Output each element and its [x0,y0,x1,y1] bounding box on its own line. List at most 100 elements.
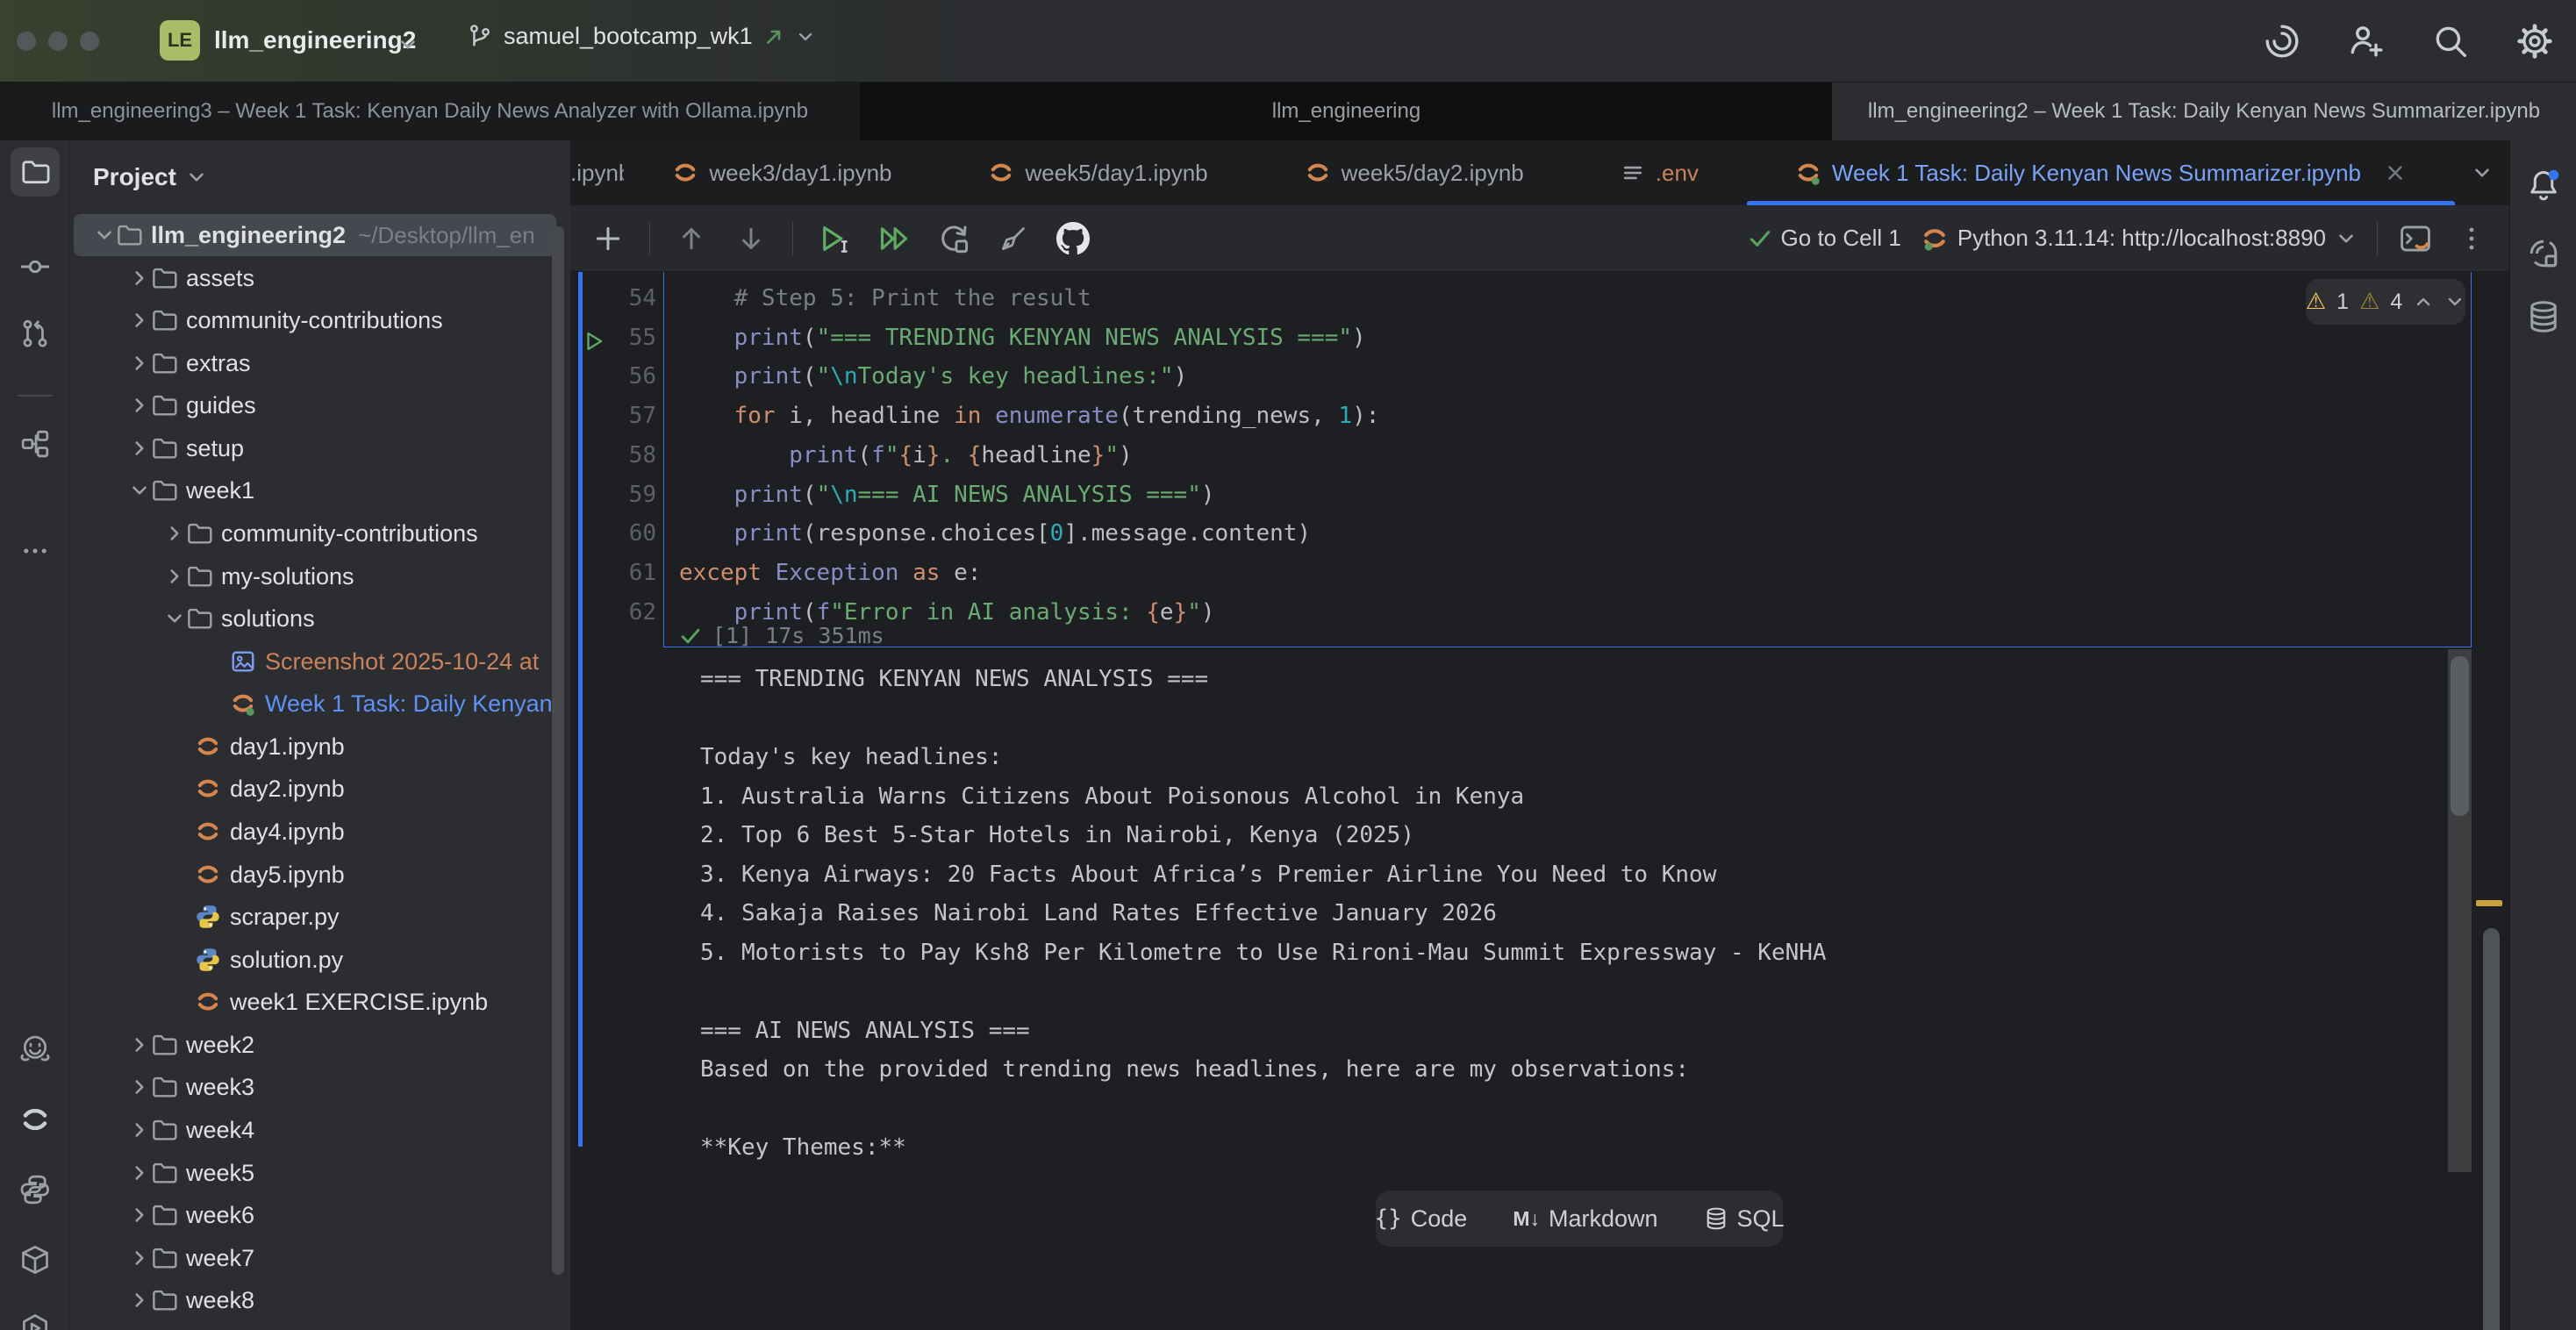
tree-item-week2[interactable]: week2 [74,1024,556,1066]
output-line: 3. Kenya Airways: 20 Facts About Africa’… [700,855,1827,895]
window-zoom-button[interactable] [80,32,99,51]
window-tab[interactable]: llm_engineering [861,82,1832,140]
tree-item-scraper-py[interactable]: scraper.py [74,896,556,938]
tree-item-solutions[interactable]: solutions [74,597,556,640]
prev-problem-icon[interactable] [2413,291,2434,312]
error-stripe-warning-mark[interactable] [2476,900,2502,906]
output-scrollbar-thumb[interactable] [2451,656,2469,816]
chevron-down-icon[interactable] [397,33,419,56]
structure-tool-icon[interactable] [11,419,60,468]
window-minimize-button[interactable] [48,32,68,51]
tree-item-label: llm_engineering2 [151,222,346,249]
tree-item-week-1-task-daily-kenyan[interactable]: Week 1 Task: Daily Kenyan [74,683,556,725]
commit-tool-icon[interactable] [11,242,60,291]
jupyter-console-icon[interactable] [2397,220,2434,257]
tree-item-week5[interactable]: week5 [74,1152,556,1194]
window-tab[interactable]: llm_engineering2 – Week 1 Task: Daily Ke… [1832,82,2576,140]
code-line[interactable]: 57 for i, headline in enumerate(trending… [570,397,2465,436]
tree-item-week1[interactable]: week1 [74,469,556,511]
markdown-icon: M↓ [1513,1207,1540,1231]
code-line[interactable]: 56 print("\nToday's key headlines:") [570,357,2465,397]
tree-item-day1-ipynb[interactable]: day1.ipynb [74,726,556,768]
goto-cell-label: Go to Cell 1 [1781,225,1901,252]
tree-item-community-contributions[interactable]: community-contributions [74,512,556,554]
editor-scrollbar-thumb[interactable] [2483,928,2500,1330]
window-close-button[interactable] [17,32,36,51]
run-all-cells-icon[interactable] [876,220,912,257]
inspection-widget[interactable]: ⚠ 1 ⚠ 4 [2306,279,2465,325]
editor-tab[interactable]: Week 1 Task: Daily Kenyan News Summarize… [1747,140,2455,205]
tree-item-week7[interactable]: week7 [74,1237,556,1279]
tree-item-guides[interactable]: guides [74,384,556,426]
move-cell-up-icon[interactable] [673,220,710,257]
ai-chat-icon[interactable] [2523,233,2564,274]
code-line[interactable]: 60 print(response.choices[0].message.con… [570,514,2465,554]
database-tool-icon[interactable] [2523,297,2564,337]
goto-cell-button[interactable]: Go to Cell 1 [1748,225,1901,252]
huggingface-tool-icon[interactable] [11,1025,60,1074]
gear-icon[interactable] [2515,21,2555,61]
jupyter-tool-icon[interactable] [11,1095,60,1144]
editor-tab[interactable]: .ipynb [570,140,624,205]
run-cell-icon[interactable] [816,220,853,257]
services-tool-icon[interactable] [11,1304,60,1330]
add-markdown-cell-button[interactable]: M↓ Markdown [1490,1191,1680,1247]
tree-item-week8[interactable]: week8 [74,1279,556,1321]
add-code-cell-button[interactable]: {} Code [1351,1191,1490,1247]
tree-item-setup[interactable]: setup [74,427,556,469]
project-tree-scrollbar[interactable] [552,226,564,1275]
chevron-down-icon[interactable] [795,26,816,47]
code-line[interactable]: 55 print("=== TRENDING KENYAN NEWS ANALY… [570,318,2465,358]
github-icon[interactable] [1055,220,1091,257]
project-name[interactable]: llm_engineering2 [214,26,416,54]
notifications-bell-icon[interactable] [2523,165,2564,205]
tree-item-day2-ipynb[interactable]: day2.ipynb [74,768,556,810]
project-tool-icon[interactable] [11,147,60,197]
window-tab[interactable]: llm_engineering3 – Week 1 Task: Kenyan D… [0,82,861,140]
ai-assistant-icon[interactable] [2262,21,2302,61]
branch-widget[interactable]: samuel_bootcamp_wk1 [467,23,816,50]
search-icon[interactable] [2430,21,2471,61]
tree-item-week1-exercise-ipynb[interactable]: week1 EXERCISE.ipynb [74,981,556,1023]
move-cell-down-icon[interactable] [733,220,769,257]
python-packages-tool-icon[interactable] [11,1165,60,1214]
clear-outputs-icon[interactable] [995,220,1032,257]
code-line[interactable]: 61except Exception as e: [570,554,2465,593]
project-panel-header[interactable]: Project [93,163,208,191]
editor-tab[interactable]: week5/day1.ipynb [940,140,1256,205]
code-line[interactable]: 59 print("\n=== AI NEWS ANALYSIS ===") [570,476,2465,515]
add-cell-icon[interactable] [590,220,626,257]
close-icon[interactable] [2384,161,2407,184]
more-options-icon[interactable] [2453,220,2490,257]
tree-item-week6[interactable]: week6 [74,1194,556,1236]
editor-tab[interactable]: .env [1572,140,1747,205]
packages-tool-icon[interactable] [11,1235,60,1284]
chevron-down-icon [185,166,208,189]
tree-item-solution-py[interactable]: solution.py [74,939,556,981]
tree-item-week4[interactable]: week4 [74,1109,556,1151]
add-sql-cell-button[interactable]: SQL [1681,1191,1807,1247]
tree-item-day5-ipynb[interactable]: day5.ipynb [74,854,556,896]
more-tools-icon[interactable] [11,526,60,576]
interpreter-selector[interactable]: Python 3.11.14: http://localhost:8890 [1921,225,2358,253]
editor-tab[interactable]: week3/day1.ipynb [624,140,940,205]
pull-requests-tool-icon[interactable] [11,309,60,358]
tree-item-llm-engineering2[interactable]: llm_engineering2~/Desktop/llm_en [74,214,556,256]
tree-item-assets[interactable]: assets [74,257,556,299]
tree-item-env[interactable]: .env [74,1322,556,1330]
tree-item-day4-ipynb[interactable]: day4.ipynb [74,811,556,853]
restart-kernel-icon[interactable] [935,220,972,257]
add-user-icon[interactable] [2346,21,2386,61]
next-problem-icon[interactable] [2444,291,2465,312]
editor-tab[interactable]: week5/day2.ipynb [1256,140,1572,205]
tree-item-screenshot-2025-10-24-at[interactable]: Screenshot 2025-10-24 at [74,640,556,683]
tree-item-week3[interactable]: week3 [74,1066,556,1108]
tree-item-community-contributions[interactable]: community-contributions [74,299,556,341]
code-line[interactable]: 54 # Step 5: Print the result [570,279,2465,318]
tree-item-extras[interactable]: extras [74,342,556,384]
tree-item-my-solutions[interactable]: my-solutions [74,555,556,597]
hidden-tabs-chevron[interactable] [2455,140,2509,205]
notebook-view[interactable]: 54 # Step 5: Print the result55 print("=… [570,272,2509,1330]
tree-item-label: guides [186,392,256,419]
code-line[interactable]: 58 print(f"{i}. {headline}") [570,436,2465,476]
